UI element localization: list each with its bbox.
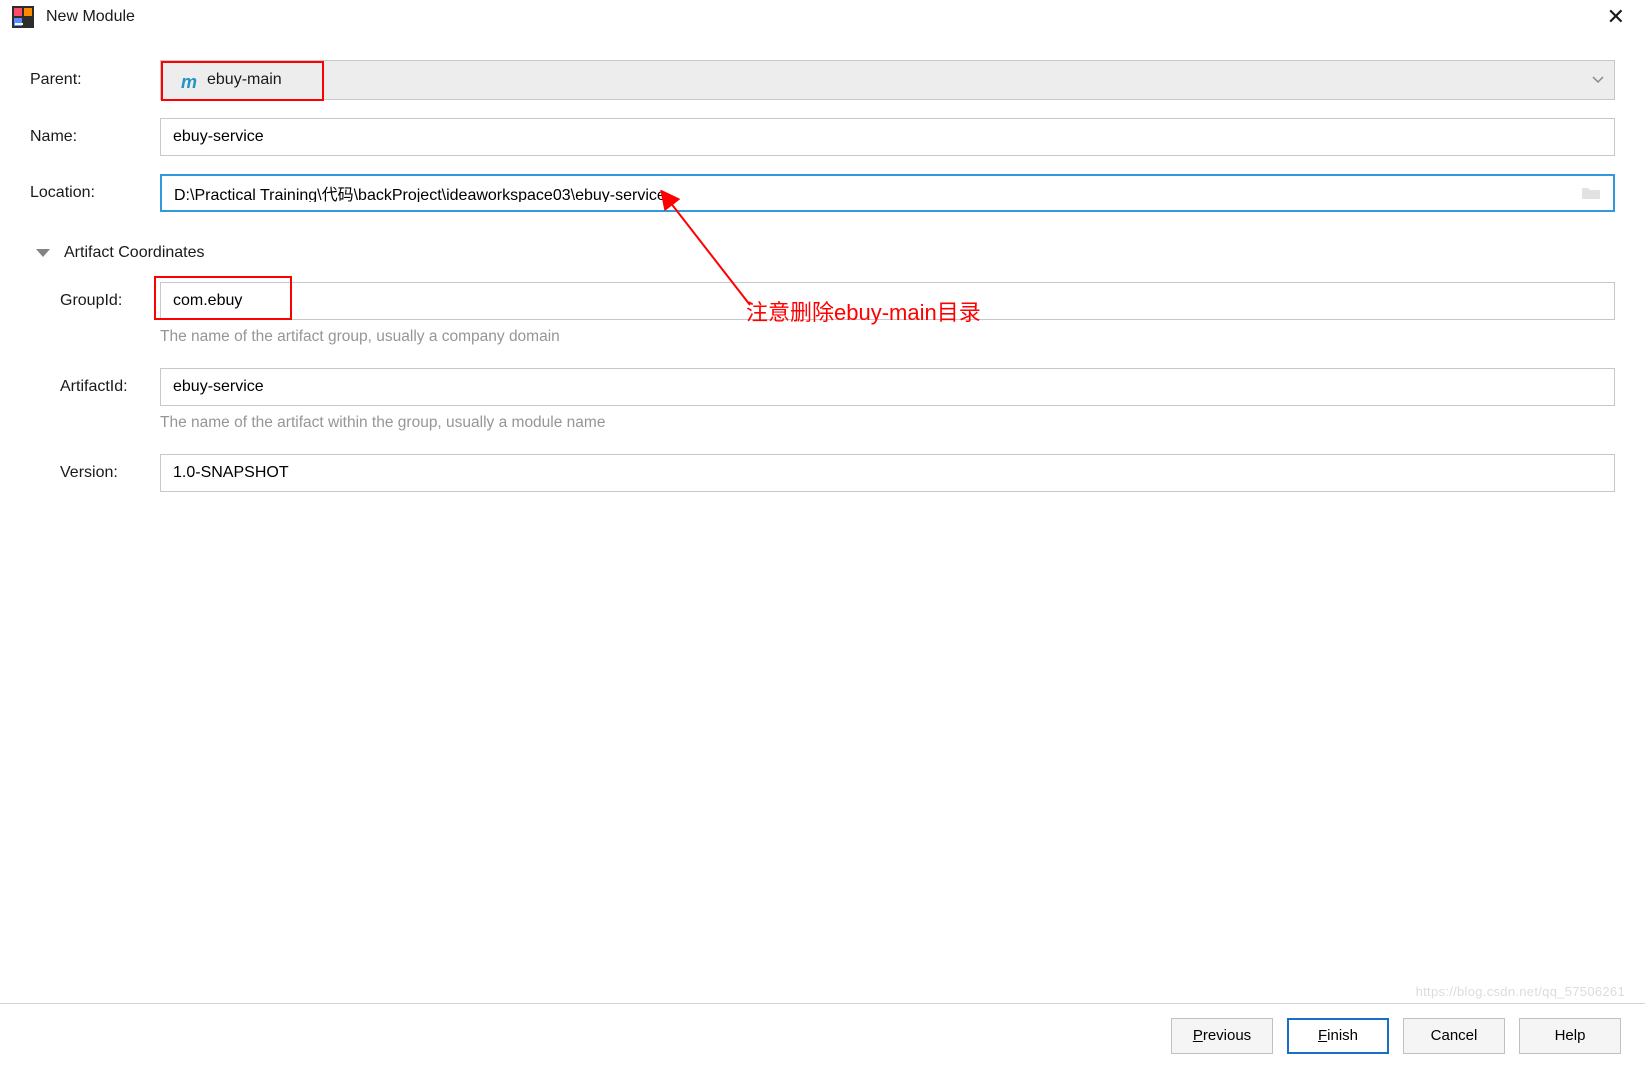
cancel-button[interactable]: Cancel xyxy=(1403,1018,1505,1054)
location-field xyxy=(160,174,1615,212)
folder-icon[interactable] xyxy=(1581,183,1605,203)
button-bar: Previous Finish Cancel Help xyxy=(0,1003,1645,1067)
name-label: Name: xyxy=(30,128,160,146)
chevron-down-icon xyxy=(1592,72,1604,88)
artifactid-row: ArtifactId: xyxy=(60,368,1615,406)
version-row: Version: xyxy=(60,454,1615,492)
parent-dropdown[interactable]: m ebuy-main xyxy=(160,60,1615,100)
parent-value: ebuy-main xyxy=(207,71,282,89)
titlebar: New Module ✕ xyxy=(0,0,1645,40)
location-input[interactable] xyxy=(162,184,1581,202)
previous-label: revious xyxy=(1203,1027,1251,1044)
close-icon[interactable]: ✕ xyxy=(1599,4,1633,30)
parent-label: Parent: xyxy=(30,71,160,89)
window-title: New Module xyxy=(46,8,135,26)
artifactid-help: The name of the artifact within the grou… xyxy=(160,414,1615,432)
maven-icon: m xyxy=(181,72,201,88)
finish-button[interactable]: Finish xyxy=(1287,1018,1389,1054)
watermark: https://blog.csdn.net/qq_57506261 xyxy=(1416,984,1625,999)
artifact-section-title: Artifact Coordinates xyxy=(64,244,205,262)
finish-label: inish xyxy=(1327,1027,1358,1044)
artifact-section-header[interactable]: Artifact Coordinates xyxy=(36,244,1615,262)
name-input[interactable] xyxy=(160,118,1615,156)
intellij-icon xyxy=(12,6,34,28)
name-row: Name: xyxy=(30,118,1615,156)
parent-row: Parent: m ebuy-main xyxy=(30,60,1615,100)
version-input[interactable] xyxy=(160,454,1615,492)
groupid-label: GroupId: xyxy=(60,292,160,310)
version-label: Version: xyxy=(60,464,160,482)
location-label: Location: xyxy=(30,184,160,202)
help-button[interactable]: Help xyxy=(1519,1018,1621,1054)
groupid-help: The name of the artifact group, usually … xyxy=(160,328,1615,346)
artifactid-label: ArtifactId: xyxy=(60,378,160,396)
previous-button[interactable]: Previous xyxy=(1171,1018,1273,1054)
collapse-arrow-icon xyxy=(36,249,50,257)
dialog-content: Parent: m ebuy-main Name: Location: Arti… xyxy=(0,40,1645,492)
location-row: Location: xyxy=(30,174,1615,212)
annotation-note: 注意删除ebuy-main目录 xyxy=(746,295,981,327)
artifactid-input[interactable] xyxy=(160,368,1615,406)
